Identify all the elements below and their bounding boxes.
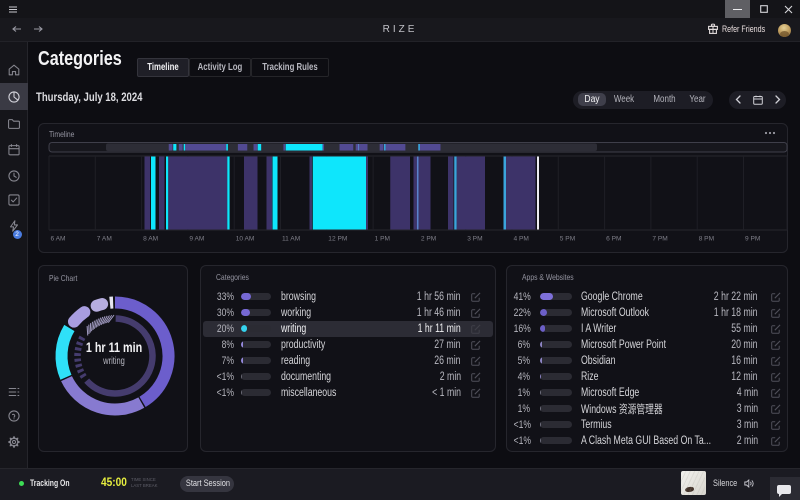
svg-text:6 PM: 6 PM [606, 236, 621, 243]
svg-text:9 AM: 9 AM [189, 236, 204, 243]
svg-text:8 AM: 8 AM [143, 236, 158, 243]
svg-text:7 AM: 7 AM [97, 236, 112, 243]
svg-text:8 PM: 8 PM [699, 236, 714, 243]
svg-text:4 PM: 4 PM [514, 236, 529, 243]
svg-text:10 AM: 10 AM [236, 236, 255, 243]
svg-text:2 PM: 2 PM [421, 236, 436, 243]
svg-text:1 PM: 1 PM [375, 236, 390, 243]
svg-text:12 PM: 12 PM [328, 236, 347, 243]
svg-text:6 AM: 6 AM [51, 236, 66, 243]
svg-text:9 PM: 9 PM [745, 236, 760, 243]
svg-text:11 AM: 11 AM [282, 236, 300, 243]
svg-text:3 PM: 3 PM [467, 236, 482, 243]
svg-text:5 PM: 5 PM [560, 236, 575, 243]
svg-text:7 PM: 7 PM [652, 236, 667, 243]
